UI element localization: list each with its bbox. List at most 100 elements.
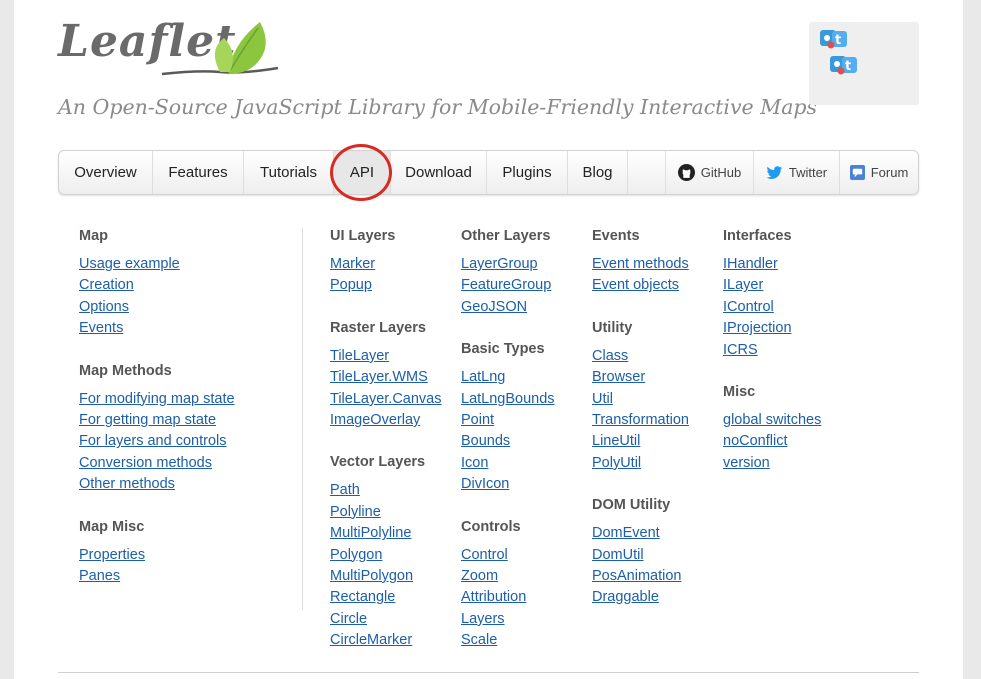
api-link[interactable]: version — [723, 455, 770, 471]
section-title: Utility — [592, 319, 633, 336]
list-item: IHandler — [723, 256, 821, 277]
api-link[interactable]: Bounds — [461, 433, 510, 449]
section-title: Map — [79, 228, 108, 244]
nav-download[interactable]: Download — [391, 151, 487, 194]
api-link[interactable]: global switches — [723, 412, 821, 428]
list-item: Circle — [330, 611, 442, 632]
column-divider — [302, 228, 303, 610]
api-link[interactable]: ImageOverlay — [330, 412, 420, 428]
api-link[interactable]: Point — [461, 412, 494, 428]
api-link[interactable]: Polyline — [330, 504, 381, 520]
api-link[interactable]: TileLayer.Canvas — [330, 391, 442, 407]
api-link[interactable]: Options — [79, 299, 129, 315]
api-link[interactable]: Zoom — [461, 568, 498, 584]
nav-overview[interactable]: Overview — [59, 151, 153, 194]
forum-label: Forum — [870, 165, 909, 180]
social-badge-icon[interactable]: t — [829, 54, 859, 76]
api-link[interactable]: LayerGroup — [461, 256, 538, 272]
api-link[interactable]: DomEvent — [592, 525, 660, 541]
api-link[interactable]: Other methods — [79, 476, 175, 492]
list-item: DivIcon — [461, 476, 555, 497]
section-title: Misc — [723, 383, 756, 400]
api-link[interactable]: Properties — [79, 547, 145, 563]
api-link[interactable]: MultiPolyline — [330, 525, 411, 541]
nav-github[interactable]: GitHub — [666, 151, 754, 194]
api-link[interactable]: Browser — [592, 369, 645, 385]
api-link[interactable]: Attribution — [461, 589, 526, 605]
api-link[interactable]: Panes — [79, 568, 120, 584]
api-link[interactable]: PolyUtil — [592, 455, 641, 471]
api-link[interactable]: LatLng — [461, 369, 505, 385]
api-link[interactable]: Circle — [330, 611, 367, 627]
api-link[interactable]: Transformation — [592, 412, 689, 428]
svg-text:t: t — [835, 33, 841, 48]
api-link[interactable]: Draggable — [592, 589, 659, 605]
api-link[interactable]: IControl — [723, 299, 774, 315]
api-link[interactable]: ILayer — [723, 277, 763, 293]
list-item: Icon — [461, 455, 555, 476]
api-link[interactable]: Layers — [461, 611, 505, 627]
api-link[interactable]: Rectangle — [330, 589, 395, 605]
list-item: ICRS — [723, 342, 821, 363]
nav-twitter[interactable]: Twitter — [754, 151, 840, 194]
api-link[interactable]: Popup — [330, 277, 372, 293]
api-link[interactable]: FeatureGroup — [461, 277, 551, 293]
nav-blog[interactable]: Blog — [568, 151, 628, 194]
api-link[interactable]: Creation — [79, 277, 134, 293]
nav-tutorials[interactable]: Tutorials — [244, 151, 334, 194]
api-link[interactable]: CircleMarker — [330, 632, 412, 648]
api-column-2: UI Layers Marker Popup Raster Layers Til… — [330, 228, 442, 674]
api-link[interactable]: IProjection — [723, 320, 792, 336]
api-link[interactable]: Event methods — [592, 256, 689, 272]
api-link[interactable]: DomUtil — [592, 547, 644, 563]
api-link[interactable]: Util — [592, 391, 613, 407]
api-link[interactable]: Polygon — [330, 547, 382, 563]
api-link[interactable]: Usage example — [79, 256, 180, 272]
api-link[interactable]: Event objects — [592, 277, 679, 293]
api-link[interactable]: PosAnimation — [592, 568, 681, 584]
api-link[interactable]: Control — [461, 547, 508, 563]
nav-forum[interactable]: Forum — [840, 151, 918, 194]
list-item: Rectangle — [330, 589, 442, 610]
list-item: Transformation — [592, 412, 689, 433]
list-item: PosAnimation — [592, 568, 689, 589]
api-link[interactable]: ICRS — [723, 342, 758, 358]
twitter-label: Twitter — [788, 165, 828, 180]
nav-features[interactable]: Features — [153, 151, 244, 194]
social-badge-icon[interactable]: t — [819, 28, 849, 50]
api-link[interactable]: IHandler — [723, 256, 778, 272]
api-link[interactable]: Icon — [461, 455, 488, 471]
leaflet-logo[interactable]: Leaflet — [58, 16, 288, 80]
api-link[interactable]: Marker — [330, 256, 375, 272]
api-link[interactable]: noConflict — [723, 433, 787, 449]
api-link[interactable]: Scale — [461, 632, 497, 648]
api-link[interactable]: TileLayer — [330, 348, 389, 364]
api-link[interactable]: MultiPolygon — [330, 568, 413, 584]
list-item: Layers — [461, 611, 555, 632]
list-item: TileLayer.WMS — [330, 369, 442, 390]
api-link[interactable]: TileLayer.WMS — [330, 369, 428, 385]
api-link[interactable]: Path — [330, 482, 360, 498]
api-link[interactable]: Conversion methods — [79, 455, 212, 471]
list-item: MultiPolyline — [330, 525, 442, 546]
api-link[interactable]: LatLngBounds — [461, 391, 555, 407]
api-link[interactable]: For layers and controls — [79, 433, 226, 449]
api-link[interactable]: DivIcon — [461, 476, 509, 492]
api-column-4: Events Event methods Event objects Utili… — [592, 228, 689, 632]
list-item: FeatureGroup — [461, 277, 555, 298]
list-item: DomUtil — [592, 547, 689, 568]
list-item: noConflict — [723, 433, 821, 454]
list-item: Point — [461, 412, 555, 433]
api-link[interactable]: LineUtil — [592, 433, 640, 449]
api-link[interactable]: Events — [79, 320, 123, 336]
api-link[interactable]: Class — [592, 348, 628, 364]
api-link[interactable]: GeoJSON — [461, 299, 527, 315]
twitter-icon — [766, 165, 783, 180]
api-link[interactable]: For modifying map state — [79, 391, 235, 407]
api-link[interactable]: For getting map state — [79, 412, 216, 428]
nav-api[interactable]: API — [334, 151, 391, 194]
list-item: For modifying map state — [79, 391, 235, 412]
list-item: Event methods — [592, 256, 689, 277]
nav-plugins[interactable]: Plugins — [487, 151, 568, 194]
list-item: ImageOverlay — [330, 412, 442, 433]
